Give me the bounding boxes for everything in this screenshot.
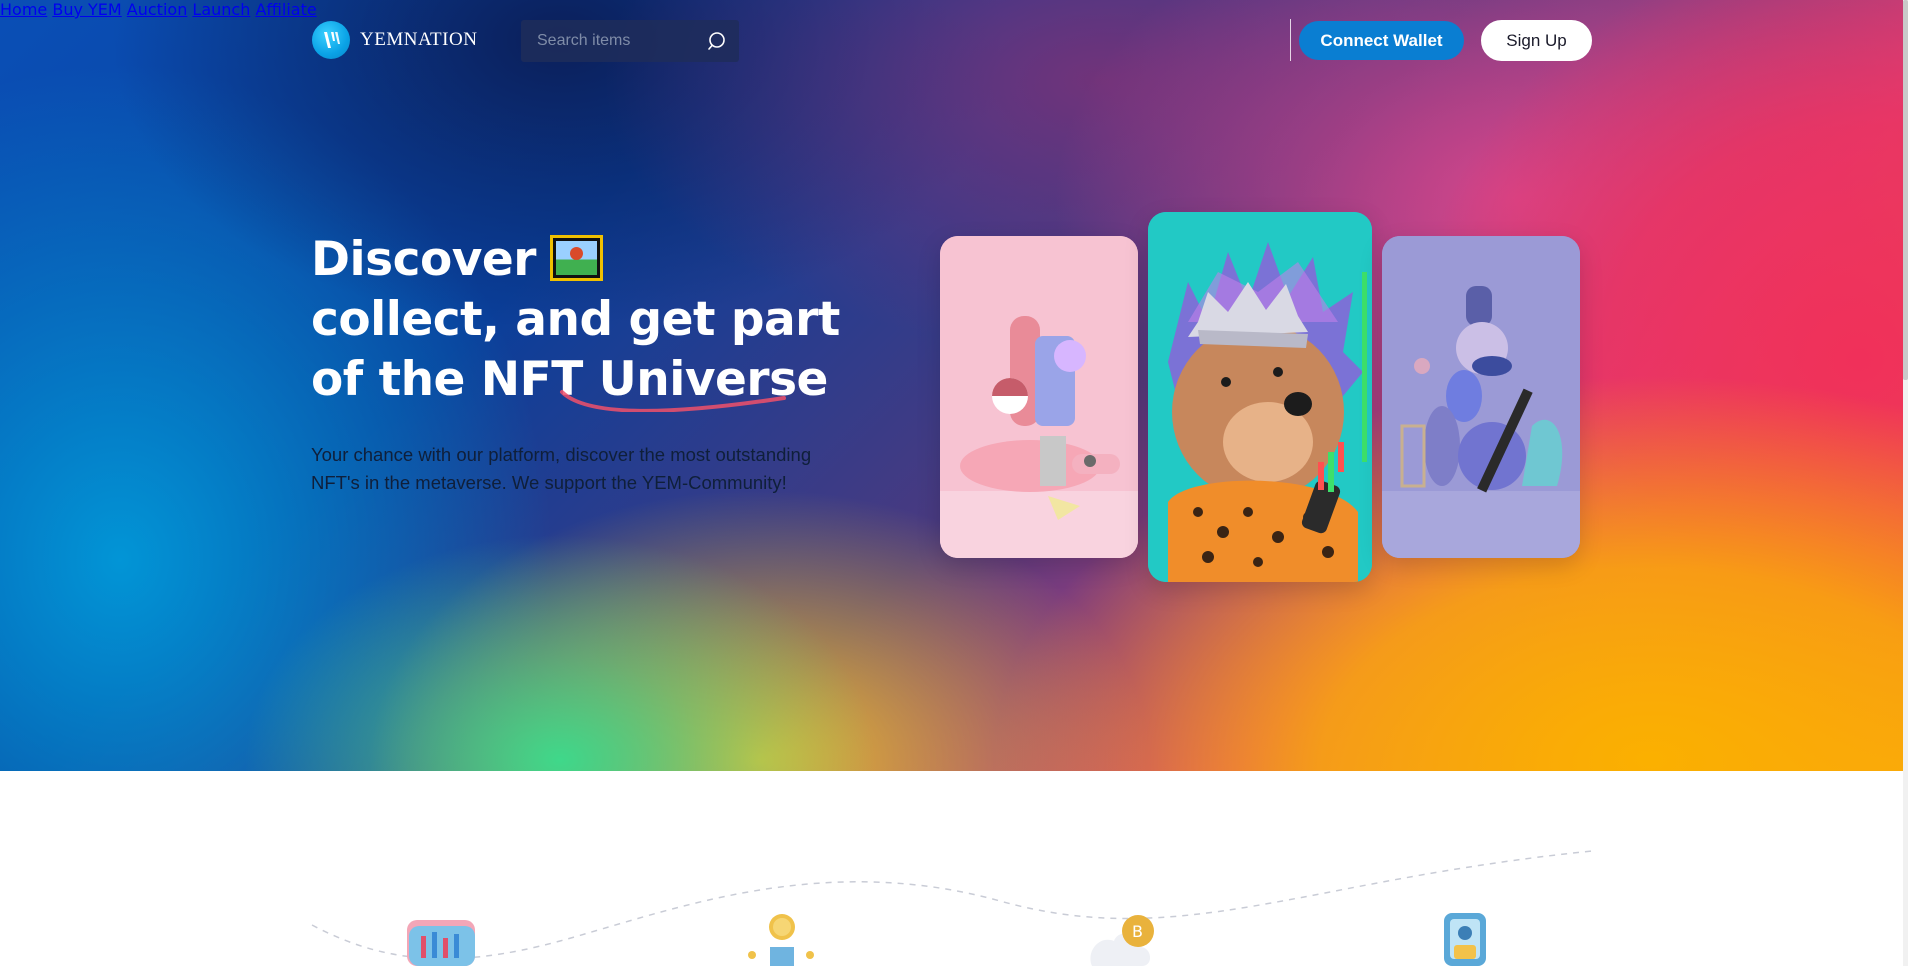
headline-line-2: collect, and get part <box>311 292 840 347</box>
features-section: B <box>0 771 1908 966</box>
nav-auction[interactable]: Auction <box>127 0 188 19</box>
headline-word-discover: Discover <box>311 232 536 287</box>
nft-card-left[interactable] <box>940 236 1138 558</box>
dashed-path-decoration <box>311 850 1593 960</box>
svg-text:B: B <box>1132 922 1143 941</box>
abstract-sculpture-pink-image <box>940 236 1138 558</box>
nav-affiliate[interactable]: Affiliate <box>255 0 316 19</box>
bitcoin-cloud-icon: B <box>1090 915 1154 966</box>
search-input[interactable] <box>521 32 701 50</box>
nav-buy-yem[interactable]: Buy YEM <box>52 0 121 19</box>
headline-line-1: Discover <box>311 230 840 290</box>
framed-picture-icon <box>549 235 603 281</box>
nav-launch[interactable]: Launch <box>192 0 250 19</box>
logo-mark-icon <box>312 21 350 59</box>
brand-name: YEMNATION <box>360 29 478 50</box>
brand-logo[interactable]: YEMNATION <box>312 21 477 59</box>
headline-line-3: of the NFT Universe <box>311 350 840 412</box>
search-box <box>521 20 739 62</box>
sign-up-button[interactable]: Sign Up <box>1481 20 1592 61</box>
page-scrollbar[interactable] <box>1903 0 1908 966</box>
swash-underline-icon <box>560 390 786 412</box>
hero-section: YEMNATION Home Buy YEM Auction Launch Af… <box>0 0 1903 771</box>
mobile-wallet-icon <box>1444 913 1486 966</box>
coin-stack-icon <box>748 914 814 966</box>
nav-home[interactable]: Home <box>0 0 47 19</box>
nft-card-right[interactable] <box>1382 236 1580 558</box>
nft-card-center[interactable] <box>1148 212 1372 582</box>
headline-line-3-prefix: of the NFT <box>311 352 599 407</box>
hero-subtext: Your chance with our platform, discover … <box>311 444 812 493</box>
scrollbar-thumb[interactable] <box>1903 0 1908 380</box>
connect-wallet-button[interactable]: Connect Wallet <box>1299 21 1464 60</box>
abstract-sculpture-purple-image <box>1382 236 1580 558</box>
bear-king-nft-image <box>1148 212 1372 582</box>
nav-divider <box>1290 19 1291 61</box>
search-icon[interactable] <box>707 31 727 51</box>
hero-headline: Discover collect, and get part of the NF… <box>311 230 840 412</box>
chart-wallet-icon <box>407 920 475 966</box>
